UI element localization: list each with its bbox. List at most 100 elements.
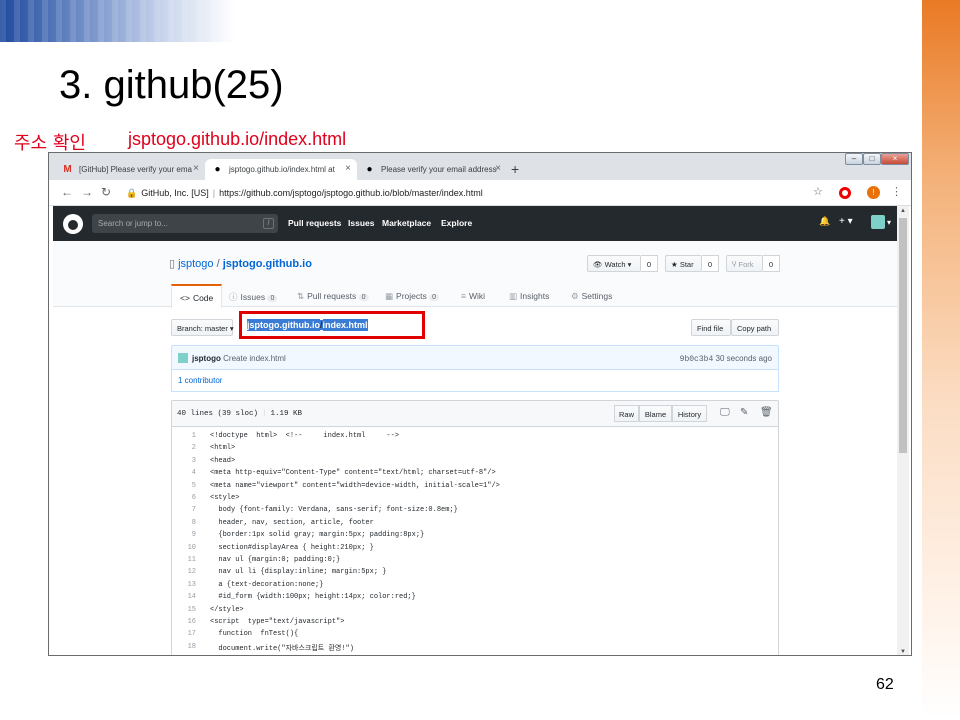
line-number[interactable]: 11	[172, 556, 196, 564]
browser-tab-email[interactable]: ● Please verify your email address ×	[357, 159, 507, 180]
code-text: <style>	[210, 494, 240, 502]
github-logo-icon[interactable]	[63, 214, 83, 234]
tab-label: Insights	[520, 291, 550, 301]
user-avatar[interactable]	[871, 215, 885, 229]
nav-marketplace[interactable]: Marketplace	[382, 218, 431, 228]
scrollbar-thumb[interactable]	[899, 218, 907, 453]
fork-count[interactable]: 0	[763, 255, 780, 272]
commit-message[interactable]: Create index.html	[223, 354, 286, 363]
scroll-up-icon[interactable]: ▲	[900, 208, 906, 214]
forward-icon[interactable]: →	[81, 185, 93, 199]
line-number[interactable]: 10	[172, 544, 196, 552]
line-number[interactable]: 3	[172, 457, 196, 465]
slide-right-decoration	[922, 0, 960, 720]
code-text: </style>	[210, 605, 244, 614]
edit-pencil-icon[interactable]: ✎	[740, 407, 748, 418]
minimize-button[interactable]: –	[845, 153, 863, 165]
reload-icon[interactable]: ↻	[101, 185, 111, 199]
copy-path-button[interactable]: Copy path	[731, 319, 779, 336]
browser-tab-active[interactable]: ● jsptogo.github.io/index.html at ×	[205, 159, 357, 180]
star-count[interactable]: 0	[702, 255, 719, 272]
tab-code[interactable]: <> Code	[171, 284, 223, 308]
search-input[interactable]: Search or jump to... /	[92, 214, 278, 233]
code-text: <meta http-equiv="Content-Type" content=…	[210, 469, 496, 478]
blame-button[interactable]: Blame	[639, 405, 672, 422]
new-tab-button[interactable]: +	[511, 161, 519, 177]
tab-issues[interactable]: ⓘ Issues 0	[221, 284, 285, 308]
back-icon[interactable]: ←	[61, 185, 73, 199]
issue-icon: ⓘ	[229, 292, 238, 302]
commit-author[interactable]: jsptogo	[192, 354, 221, 363]
file-info-divider: |	[262, 410, 267, 418]
close-icon[interactable]: ×	[193, 163, 199, 174]
tab-wiki[interactable]: ≡ Wiki	[453, 284, 493, 308]
find-file-button[interactable]: Find file	[691, 319, 731, 336]
watch-button[interactable]: 👁 Watch ▾	[587, 255, 641, 272]
contributors-link[interactable]: 1 contributor	[171, 370, 779, 392]
browser-tab-gmail[interactable]: M [GitHub] Please verify your ema ×	[55, 159, 205, 180]
line-number[interactable]: 9	[172, 531, 196, 539]
opera-extension-icon[interactable]	[839, 187, 851, 199]
tab-insights[interactable]: ▥ Insights	[501, 284, 557, 308]
line-number[interactable]: 14	[172, 593, 196, 601]
bookmark-star-icon[interactable]: ☆	[813, 185, 823, 198]
tab-pull-requests[interactable]: ⇅ Pull requests 0	[289, 284, 377, 308]
tab-label: Code	[192, 293, 214, 303]
code-line: 11 nav ul {margin:0; padding:0;}	[172, 556, 778, 568]
line-number[interactable]: 1	[172, 432, 196, 440]
code-line: 10 section#displayArea { height:210px; }	[172, 544, 778, 556]
line-number[interactable]: 12	[172, 568, 196, 576]
avatar-caret-icon[interactable]: ▾	[887, 218, 891, 227]
line-number[interactable]: 8	[172, 519, 196, 527]
line-number[interactable]: 4	[172, 469, 196, 477]
scroll-down-icon[interactable]: ▼	[900, 649, 906, 655]
menu-kebab-icon[interactable]: ⋮	[891, 185, 902, 198]
tab-projects[interactable]: ▦ Projects 0	[377, 284, 447, 308]
latest-commit-bar: jsptogo Create index.html 9b0c3b4 30 sec…	[171, 345, 779, 370]
fork-button[interactable]: Ⴤ Fork	[726, 255, 763, 272]
line-number[interactable]: 17	[172, 630, 196, 638]
wiki-icon: ≡	[461, 291, 466, 301]
nav-explore[interactable]: Explore	[441, 218, 472, 228]
history-button[interactable]: History	[672, 405, 707, 422]
profile-icon[interactable]: !	[867, 186, 880, 199]
line-number[interactable]: 5	[172, 482, 196, 490]
watch-count[interactable]: 0	[641, 255, 658, 272]
site-identity: GitHub, Inc. [US]	[141, 188, 209, 198]
nav-pull-requests[interactable]: Pull requests	[288, 218, 341, 228]
code-line: 4 <meta http-equiv="Content-Type" content…	[172, 469, 778, 481]
tab-title: jsptogo.github.io/index.html at	[229, 165, 335, 174]
line-number[interactable]: 13	[172, 581, 196, 589]
maximize-button[interactable]: □	[863, 153, 881, 165]
close-icon[interactable]: ×	[345, 163, 351, 174]
commit-sha[interactable]: 9b0c3b4	[680, 355, 714, 364]
tab-settings[interactable]: ⚙ Settings	[563, 284, 620, 308]
code-text: a {text-decoration:none;}	[210, 580, 324, 589]
notifications-bell-icon[interactable]: 🔔	[819, 216, 830, 227]
nav-issues[interactable]: Issues	[348, 218, 374, 228]
line-number[interactable]: 7	[172, 506, 196, 514]
close-icon[interactable]: ×	[495, 163, 501, 174]
code-line: 12 nav ul li {display:inline; margin:5px…	[172, 568, 778, 580]
repo-owner-link[interactable]: jsptogo	[178, 258, 213, 270]
line-number[interactable]: 2	[172, 444, 196, 452]
code-line: 3 <head>	[172, 457, 778, 469]
star-button[interactable]: ★ Star	[665, 255, 702, 272]
page-scrollbar[interactable]: ▲ ▼	[897, 206, 909, 655]
line-number[interactable]: 18	[172, 643, 196, 651]
line-number[interactable]: 16	[172, 618, 196, 626]
line-number[interactable]: 6	[172, 494, 196, 502]
code-text: header, nav, section, article, footer	[210, 518, 374, 527]
repo-name-link[interactable]: jsptogo.github.io	[223, 258, 312, 270]
line-number[interactable]: 15	[172, 606, 196, 614]
desktop-icon[interactable]: 🖵	[720, 407, 730, 418]
create-new-dropdown[interactable]: + ▾	[839, 216, 853, 227]
github-icon: ●	[214, 164, 221, 175]
code-line: 15 </style>	[172, 606, 778, 618]
raw-button[interactable]: Raw	[614, 405, 639, 422]
commit-meta: 9b0c3b4 30 seconds ago	[680, 354, 772, 364]
window-close-button[interactable]: ×	[881, 153, 909, 165]
trash-icon[interactable]: 🗑	[760, 407, 773, 418]
branch-select-button[interactable]: Branch: master ▾	[171, 319, 234, 336]
url-field[interactable]: 🔒 GitHub, Inc. [US] | https://github.com/js…	[118, 184, 804, 202]
